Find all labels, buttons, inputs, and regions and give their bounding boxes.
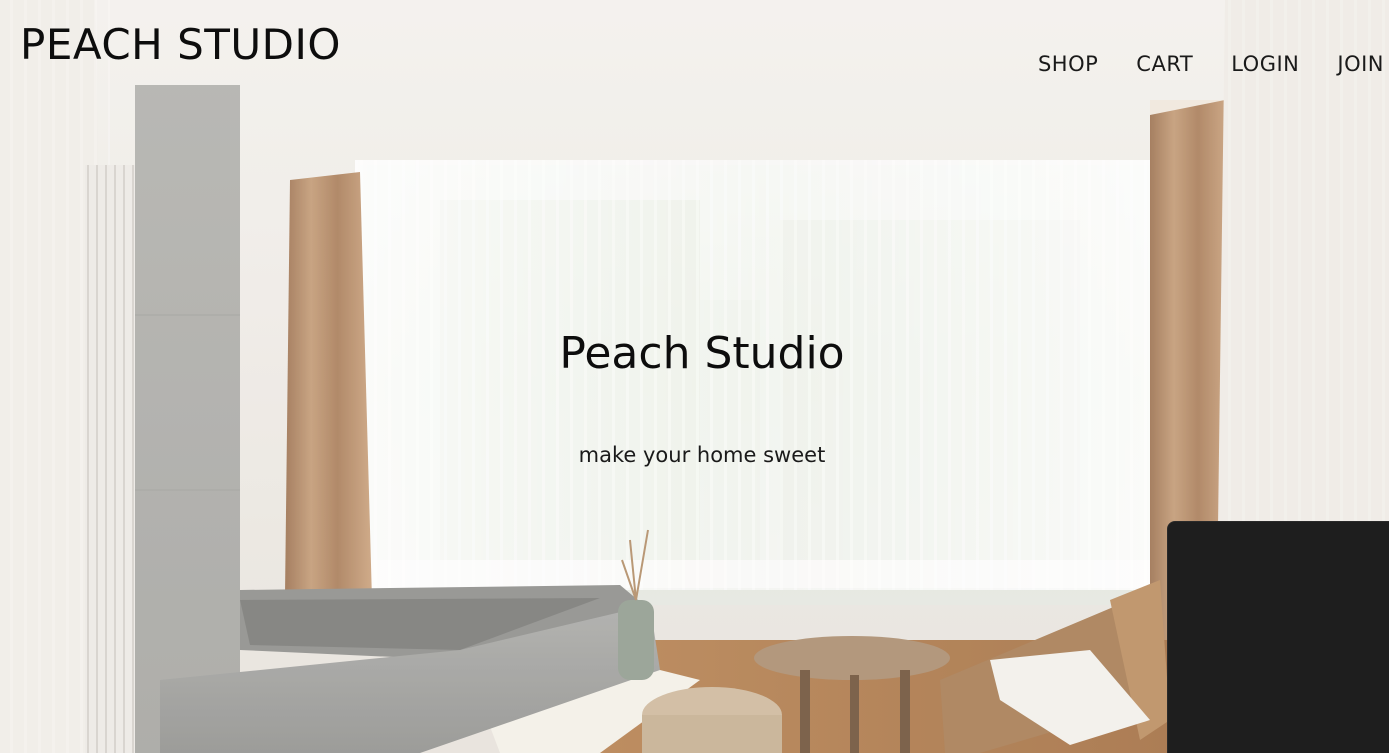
overlay-panel	[1167, 521, 1389, 753]
nav-login-link[interactable]: LOGIN	[1231, 48, 1299, 80]
nav-join-link[interactable]: JOIN	[1337, 48, 1384, 80]
main-nav: SHOP CART LOGIN JOIN	[1038, 48, 1384, 80]
page: PEACH STUDIO SHOP CART LOGIN JOIN Peach …	[0, 0, 1389, 753]
nav-cart-link[interactable]: CART	[1136, 48, 1193, 80]
nav-shop-link[interactable]: SHOP	[1038, 48, 1098, 80]
hero-subtitle: make your home sweet	[578, 443, 826, 467]
brand-logo[interactable]: PEACH STUDIO	[20, 19, 341, 71]
hero-title: Peach Studio	[559, 328, 845, 379]
